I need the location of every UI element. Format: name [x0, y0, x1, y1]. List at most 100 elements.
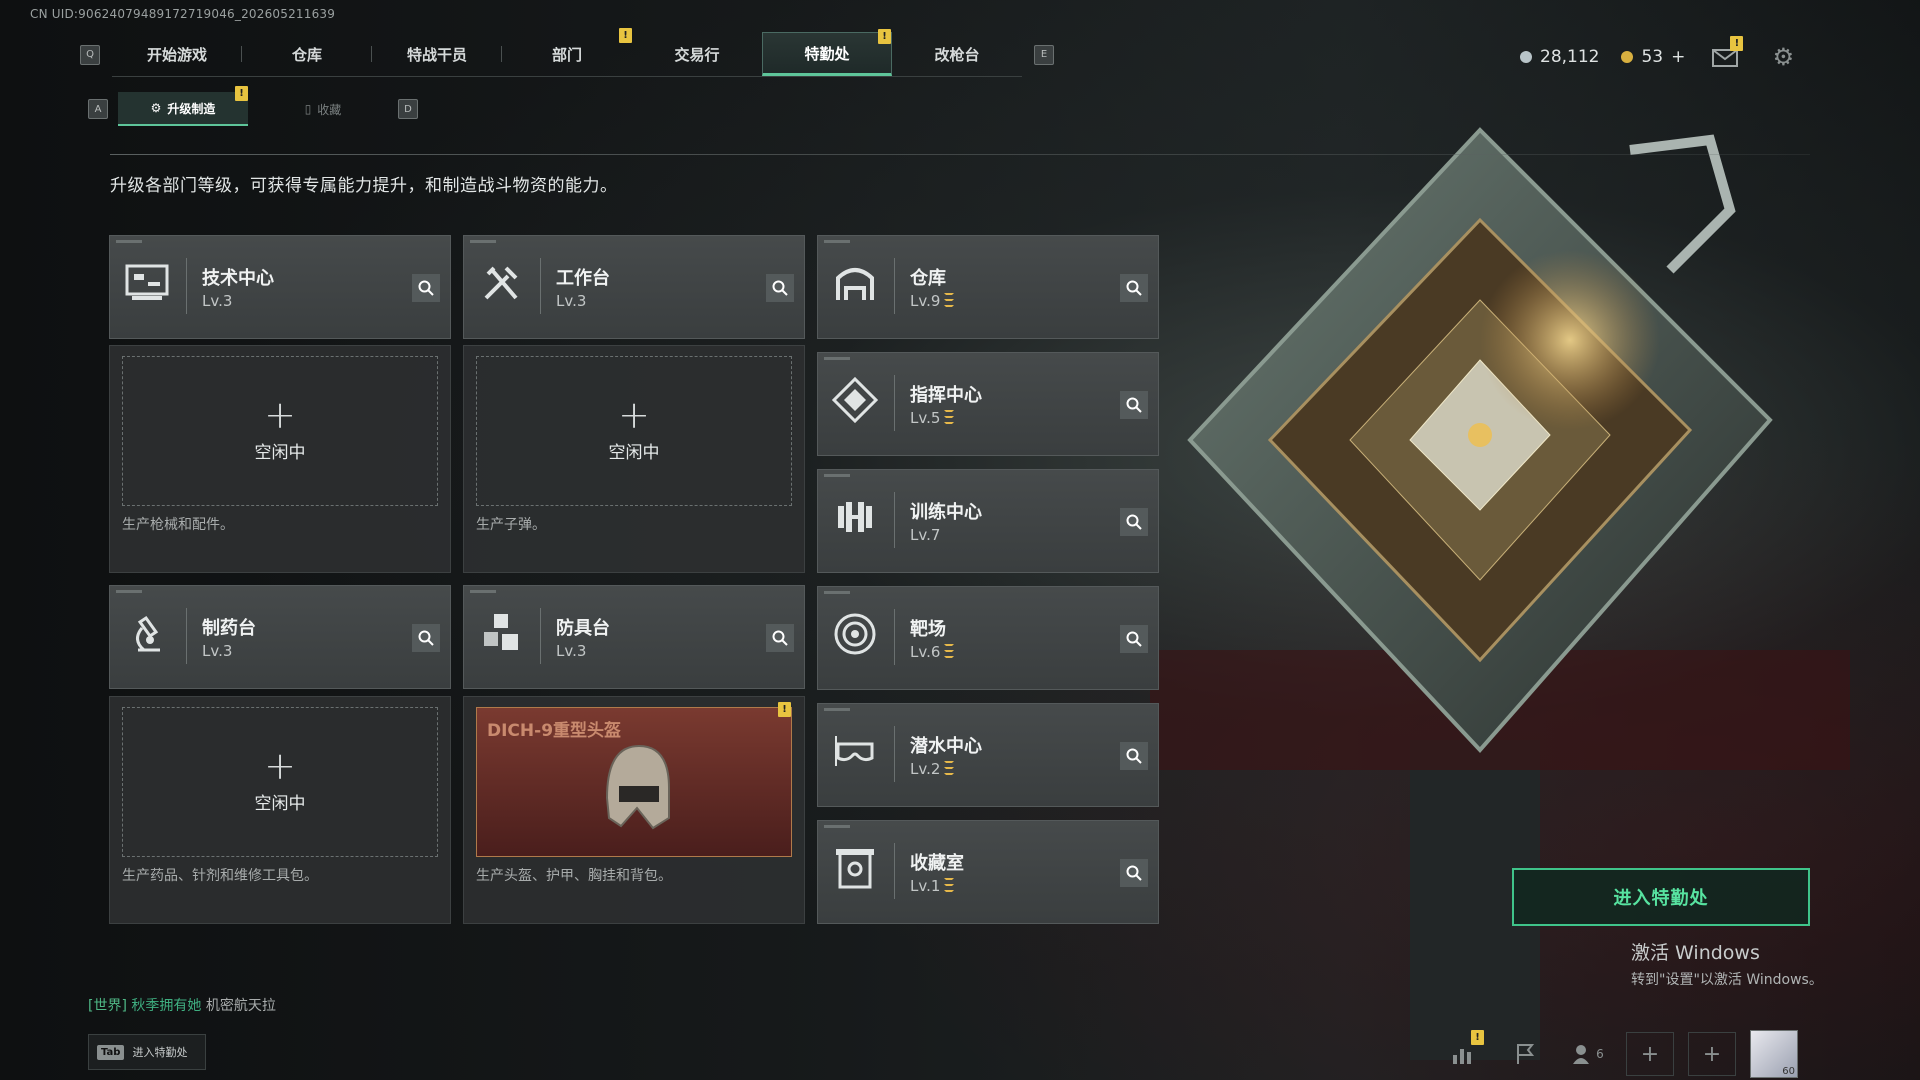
dumbbell-icon — [830, 492, 880, 542]
tab-hint-label: 进入特勤处 — [132, 1046, 188, 1059]
upgrade-available-icon — [944, 292, 955, 310]
empty-slot[interactable]: + 空闲中 — [122, 707, 438, 857]
flag-button[interactable] — [1502, 1032, 1550, 1076]
search-icon — [1126, 397, 1142, 413]
search-button[interactable] — [766, 624, 794, 652]
slot-description: 生产子弹。 — [476, 517, 546, 533]
search-button[interactable] — [412, 624, 440, 652]
warehouse-icon — [830, 258, 880, 308]
tab-warehouse[interactable]: 仓库 — [242, 32, 372, 76]
search-button[interactable] — [1120, 508, 1148, 536]
subtab-upgrade[interactable]: ⚙ 升级制造 ! — [118, 86, 248, 126]
search-icon — [1126, 748, 1142, 764]
department-card-command-center[interactable]: 指挥中心 Lv.5 — [817, 352, 1159, 456]
search-button[interactable] — [766, 274, 794, 302]
production-slot-pharmacy: + 空闲中 生产药品、针剂和维修工具包。 — [109, 696, 451, 924]
gold-currency[interactable]: 53 + — [1621, 47, 1685, 67]
department-card-armor-bench[interactable]: 防具台 Lv.3 — [463, 585, 805, 689]
top-navigation: Q 开始游戏 仓库 特战干员 部门! 交易行 特勤处! 改枪台 E — [80, 28, 1054, 77]
crafting-item[interactable]: DICH-9重型头盔 ! — [476, 702, 792, 857]
alert-badge: ! — [1730, 36, 1744, 51]
department-card-workbench[interactable]: 工作台 Lv.3 — [463, 235, 805, 339]
mail-button[interactable]: ! — [1707, 36, 1744, 72]
search-button[interactable] — [1120, 274, 1148, 302]
empty-slot[interactable]: + 空闲中 — [122, 356, 438, 506]
upgrade-available-icon — [944, 877, 955, 895]
microscope-icon — [122, 608, 172, 658]
enter-special-ops-button[interactable]: 进入特勤处 — [1512, 868, 1810, 926]
tab-market[interactable]: 交易行 — [632, 32, 762, 76]
tab-start-game[interactable]: 开始游戏 — [112, 32, 242, 76]
department-level: Lv.3 — [202, 642, 233, 660]
search-button[interactable] — [1120, 391, 1148, 419]
department-card-warehouse[interactable]: 仓库 Lv.9 — [817, 235, 1159, 339]
chat-line[interactable]: [世界] 秋季拥有她 机密航天拉 — [88, 995, 276, 1015]
upgrade-available-icon — [944, 409, 955, 427]
subtab-collection[interactable]: ▯ 收藏 — [258, 92, 388, 126]
bar-chart-icon — [1453, 1049, 1471, 1064]
department-card-shooting-range[interactable]: 靶场 Lv.6 — [817, 586, 1159, 690]
plus-icon: + — [1702, 1041, 1722, 1067]
empty-slot[interactable]: + 空闲中 — [476, 356, 792, 506]
search-button[interactable] — [412, 274, 440, 302]
department-level: Lv.3 — [556, 642, 587, 660]
search-button[interactable] — [1120, 625, 1148, 653]
gold-coin-icon — [1621, 51, 1634, 63]
department-card-training-center[interactable]: 训练中心 Lv.7 — [817, 469, 1159, 573]
diving-mask-icon — [830, 726, 880, 776]
card-separator — [894, 609, 895, 665]
gear-icon: ⚙ — [1772, 43, 1795, 71]
department-card-collection-room[interactable]: 收藏室 Lv.1 — [817, 820, 1159, 924]
stats-button[interactable]: ! — [1440, 1030, 1488, 1076]
department-card-tech-center[interactable]: 技术中心 Lv.3 — [109, 235, 451, 339]
chat-message: 机密航天拉 — [205, 998, 276, 1014]
level-text: Lv.2 — [910, 760, 941, 778]
tab-gunsmith[interactable]: 改枪台 — [892, 32, 1022, 76]
tools-icon — [476, 258, 526, 308]
department-card-pharmacy[interactable]: 制药台 Lv.3 — [109, 585, 451, 689]
department-level: Lv.1 — [910, 877, 955, 895]
plus-icon: + — [1640, 1041, 1660, 1067]
target-icon — [830, 609, 880, 659]
slot-status: 空闲中 — [254, 793, 306, 814]
tab-department[interactable]: 部门! — [502, 28, 632, 76]
windows-activation-title: 激活 Windows — [1631, 942, 1760, 964]
department-name: 工作台 — [556, 268, 610, 289]
card-tag — [116, 590, 142, 593]
level-text: Lv.5 — [910, 409, 941, 427]
search-button[interactable] — [1120, 742, 1148, 770]
card-tag — [824, 591, 850, 594]
search-button[interactable] — [1120, 859, 1148, 887]
add-gold-button[interactable]: + — [1671, 47, 1685, 67]
level-text: Lv.7 — [910, 526, 941, 544]
silver-coin-icon — [1520, 51, 1532, 63]
card-tag — [824, 708, 850, 711]
card-tag — [470, 590, 496, 593]
tab-operators[interactable]: 特战干员 — [372, 32, 502, 76]
add-slot-button[interactable]: + — [1626, 1032, 1674, 1076]
tab-hint[interactable]: Tab 进入特勤处 — [88, 1034, 206, 1070]
search-icon — [1126, 865, 1142, 881]
avatar-level: 60 — [1782, 1066, 1795, 1077]
slot-description: 生产头盔、护甲、胸挂和背包。 — [476, 868, 672, 884]
level-text: Lv.1 — [910, 877, 941, 895]
tab-key: Tab — [97, 1044, 125, 1060]
bottom-toolbar: ! 6 + + 60 — [1440, 1030, 1798, 1078]
avatar[interactable]: 60 — [1750, 1030, 1798, 1078]
upgrade-available-icon — [944, 760, 955, 778]
department-card-diving-center[interactable]: 潜水中心 Lv.2 — [817, 703, 1159, 807]
add-slot-button[interactable]: + — [1688, 1032, 1736, 1076]
friends-icon — [1573, 1045, 1590, 1064]
department-level: Lv.9 — [910, 292, 955, 310]
slot-status: 空闲中 — [254, 442, 306, 463]
alert-badge: ! — [878, 29, 891, 44]
card-separator — [894, 258, 895, 314]
divider — [110, 154, 1810, 155]
tab-special-ops[interactable]: 特勤处! — [762, 29, 892, 76]
department-name: 靶场 — [910, 619, 946, 640]
subtab-collection-label: 收藏 — [317, 102, 342, 117]
search-icon — [1126, 631, 1142, 647]
alert-badge: ! — [778, 702, 791, 717]
settings-button[interactable]: ⚙ — [1765, 42, 1801, 72]
friends-button[interactable]: 6 — [1564, 1032, 1612, 1076]
